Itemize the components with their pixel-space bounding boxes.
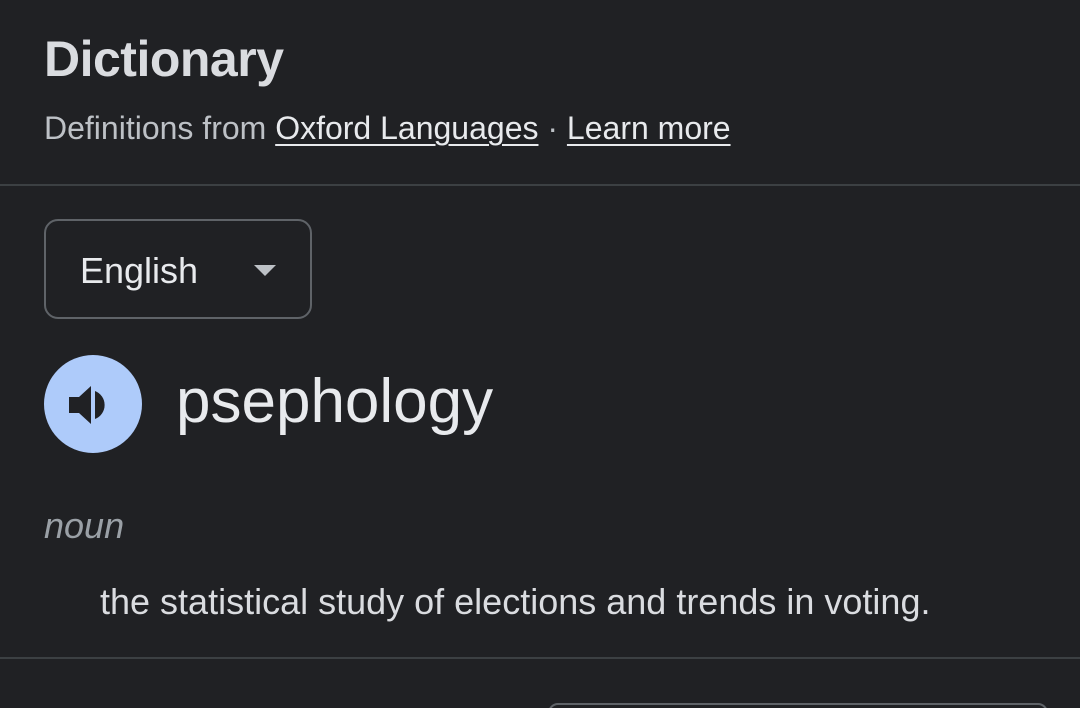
language-selected-value: English — [80, 250, 199, 291]
oxford-languages-link[interactable]: Oxford Languages — [275, 110, 538, 146]
header-divider — [0, 184, 1080, 186]
definition-text: the statistical study of elections and t… — [100, 581, 931, 622]
speaker-icon — [69, 386, 105, 424]
separator: · — [538, 110, 567, 146]
learn-more-link[interactable]: Learn more — [567, 110, 731, 146]
dictionary-header: Dictionary Definitions from Oxford Langu… — [0, 0, 1080, 184]
chevron-down-icon — [254, 265, 276, 276]
part-of-speech: noun — [44, 505, 125, 546]
page-title: Dictionary — [44, 31, 284, 87]
headword: psephology — [176, 367, 494, 436]
section-divider — [0, 657, 1080, 659]
pronounce-button[interactable] — [44, 355, 142, 453]
partial-control[interactable] — [548, 703, 1048, 708]
source-attribution: Definitions from Oxford Languages · Lear… — [44, 108, 731, 148]
language-dropdown[interactable]: English — [44, 219, 312, 319]
source-prefix: Definitions from — [44, 110, 276, 146]
